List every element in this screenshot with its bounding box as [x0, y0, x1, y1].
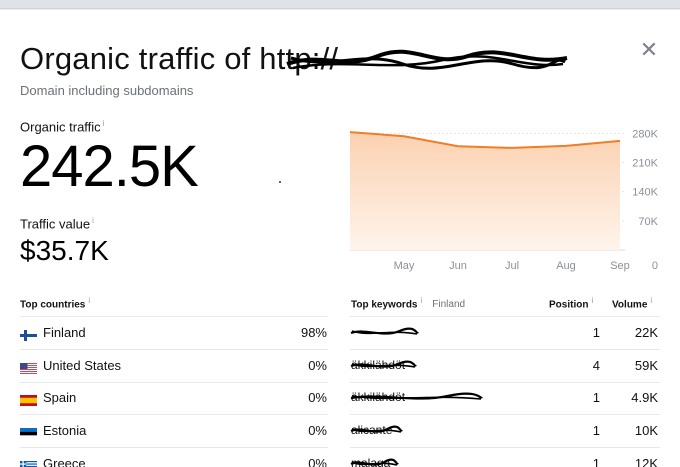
keyword-row[interactable]: alicante 1 10K: [350, 415, 660, 447]
close-icon: ✕: [639, 37, 659, 62]
keyword-position: 1: [592, 390, 600, 406]
modal-title: Organic traffic of http://: [20, 41, 547, 77]
traffic-value-label-text: Traffic value: [20, 216, 91, 232]
country-row-fi[interactable]: Finland 98%: [20, 317, 328, 349]
traffic-value: $35.7K: [20, 235, 109, 266]
position-header-text: Position: [549, 299, 589, 311]
country-name[interactable]: Estonia: [43, 423, 86, 438]
top-keywords-header: Top keywords i Finland: [351, 296, 465, 310]
close-button[interactable]: ✕: [639, 37, 659, 62]
redaction-scribble: [350, 327, 419, 335]
keyword-volume: 59K: [634, 357, 658, 373]
keyword-position: 1: [592, 455, 600, 467]
keyword-row[interactable]: äkkilähdöt 1 4.9K: [350, 382, 660, 414]
title-prefix: Organic traffic of: [20, 41, 251, 76]
stray-dot: [279, 181, 281, 183]
keyword-position: 1: [592, 325, 600, 340]
country-share: 0%: [308, 455, 327, 467]
info-icon[interactable]: i: [421, 296, 423, 305]
flag-ee-icon: [20, 426, 37, 440]
flag-us-icon: [20, 361, 37, 374]
keyword-row[interactable]: 1 22K: [350, 317, 660, 349]
info-icon[interactable]: i: [591, 296, 593, 305]
keyword-volume: 4.9K: [631, 390, 658, 406]
breadcrumb: · · · · · · · · · · · · · · · · ·: [8, 0, 165, 4]
organic-traffic-label-text: Organic traffic: [20, 119, 101, 135]
keyword-row[interactable]: malaga 1 12K: [350, 448, 660, 467]
position-header[interactable]: Position i: [549, 296, 593, 310]
country-row-us[interactable]: United States 0%: [20, 350, 328, 382]
redaction-scribble: [350, 392, 483, 401]
keywords-country: Finland: [432, 299, 466, 311]
title-domain: http://: [259, 41, 547, 77]
volume-header[interactable]: Volume i: [612, 296, 652, 310]
country-row-gr[interactable]: Greece 0%: [20, 448, 328, 467]
country-row-es[interactable]: Spain 0%: [20, 382, 328, 414]
country-row-ee[interactable]: Estonia 0%: [20, 415, 328, 447]
country-share: 98%: [300, 325, 327, 340]
info-icon[interactable]: i: [650, 296, 652, 305]
country-name[interactable]: Spain: [43, 390, 76, 405]
keyword-position: 4: [592, 357, 600, 373]
top-bar: · · · · · · · · · · · · · · · · ·: [0, 0, 680, 9]
country-share: 0%: [308, 423, 327, 439]
flag-gr-icon: [20, 459, 37, 467]
flag-es-icon: [20, 393, 37, 407]
organic-traffic-label: Organic traffic i: [20, 119, 104, 134]
page-subtitle: Domain including subdomains: [20, 83, 194, 98]
country-name[interactable]: United States: [43, 358, 121, 373]
info-icon[interactable]: i: [92, 216, 94, 225]
info-icon[interactable]: i: [103, 119, 105, 128]
traffic-value-label: Traffic value i: [20, 216, 94, 231]
country-name[interactable]: Finland: [43, 325, 86, 340]
keyword-volume: 10K: [634, 423, 658, 439]
flag-fi-icon: [20, 328, 37, 341]
keyword-volume: 12K: [634, 455, 658, 467]
top-keywords-header-text: Top keywords: [351, 299, 418, 311]
volume-header-text: Volume: [612, 299, 648, 311]
keyword-position: 1: [592, 423, 600, 439]
country-share: 0%: [308, 390, 327, 406]
keyword-row[interactable]: äkkilähdöt 4 59K: [350, 350, 660, 382]
organic-traffic-value: 242.5K: [20, 134, 199, 199]
keyword-volume: 22K: [634, 325, 658, 340]
redaction-scribble: [350, 425, 403, 433]
redaction-scribble: [350, 360, 417, 368]
country-name[interactable]: Greece: [43, 456, 86, 467]
title-domain-text: http://: [259, 41, 339, 76]
info-icon[interactable]: i: [88, 296, 90, 305]
country-share: 0%: [308, 357, 327, 373]
top-countries-header: Top countries i: [20, 296, 90, 310]
redaction-scribble: [350, 458, 399, 466]
top-countries-header-text: Top countries: [20, 299, 86, 311]
